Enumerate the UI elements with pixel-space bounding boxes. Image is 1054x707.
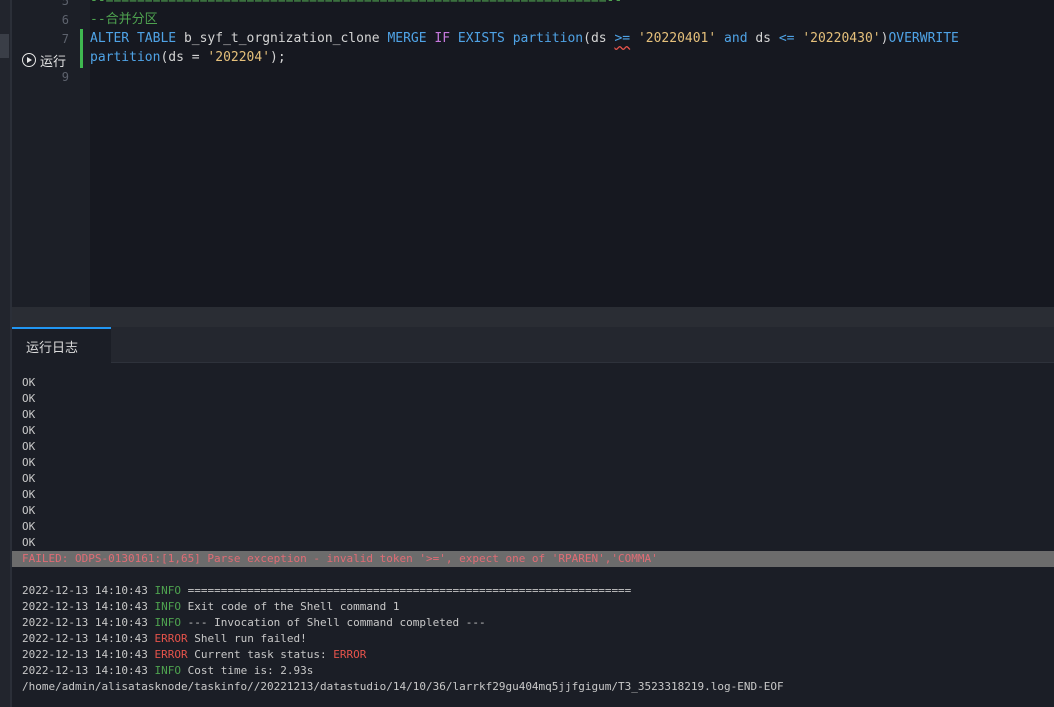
log-message: Cost time is: 2.93s <box>187 664 314 677</box>
string-literal: '20220401' <box>637 31 717 46</box>
log-entry: 2022-12-13 14:10:43 INFO Cost time is: 2… <box>22 663 1054 679</box>
log-line: OK <box>22 488 36 501</box>
code-line-7: ALTER TABLE b_syf_t_orgnization_clone ME… <box>90 29 959 49</box>
keyword: TABLE <box>136 31 177 46</box>
log-line: OK <box>22 536 36 549</box>
log-line: OK <box>22 440 36 453</box>
log-path-line: /home/admin/alisatasknode/taskinfo//2022… <box>22 680 784 693</box>
log-output[interactable]: OK OK OK OK OK OK OK OK OK OK OK FAILED:… <box>12 375 1054 695</box>
log-entry: 2022-12-13 14:10:43 INFO --- Invocation … <box>22 615 1054 631</box>
log-entry: 2022-12-13 14:10:43 INFO Exit code of th… <box>22 599 1054 615</box>
code-text: ); <box>270 50 286 65</box>
panel-splitter[interactable] <box>12 307 1054 327</box>
error-highlight-line: FAILED: ODPS-0130161:[1,65] Parse except… <box>12 551 1054 567</box>
log-level: INFO <box>154 600 181 613</box>
code-line-5: --======================================… <box>90 0 623 8</box>
run-button[interactable]: 运行 <box>22 50 66 70</box>
code-editor[interactable]: 5 6 7 9 运行 --===========================… <box>12 0 1054 307</box>
log-timestamp: 2022-12-13 14:10:43 <box>22 632 148 645</box>
log-timestamp: 2022-12-13 14:10:43 <box>22 664 148 677</box>
line-number: 6 <box>61 13 69 27</box>
log-message: Exit code of the Shell command 1 <box>187 600 400 613</box>
code-line-6: --合并分区 <box>90 12 158 27</box>
log-entry: 2022-12-13 14:10:43 ERROR Shell run fail… <box>22 631 1054 647</box>
keyword: EXISTS <box>457 31 505 46</box>
log-panel: 运行日志 OK OK OK OK OK OK OK OK OK OK OK FA… <box>12 327 1054 707</box>
log-level: ERROR <box>154 648 188 661</box>
play-circle-icon <box>22 53 36 67</box>
log-spacer <box>22 567 1054 583</box>
log-timestamp: 2022-12-13 14:10:43 <box>22 616 148 629</box>
modified-line-marker <box>80 48 83 68</box>
line-number: 7 <box>61 32 69 46</box>
string-literal: '20220430' <box>802 31 881 46</box>
code-text: ds <box>755 31 772 46</box>
log-message: Shell run failed! <box>194 632 307 645</box>
activity-strip-marker <box>0 34 9 58</box>
keyword: ALTER <box>90 31 130 46</box>
log-level: ERROR <box>154 632 188 645</box>
modified-line-marker <box>80 29 83 49</box>
operator: <= <box>778 31 795 46</box>
tab-run-log[interactable]: 运行日志 <box>12 327 111 363</box>
status-value: ERROR <box>333 648 367 661</box>
log-message: ========================================… <box>187 584 632 597</box>
run-button-label: 运行 <box>40 54 67 70</box>
log-entry: 2022-12-13 14:10:43 INFO ===============… <box>22 583 1054 599</box>
keyword: IF <box>434 31 451 46</box>
log-line: OK <box>22 472 36 485</box>
log-line: OK <box>22 392 36 405</box>
keyword: OVERWRITE <box>888 31 959 46</box>
keyword: partition <box>90 50 161 65</box>
log-line: OK <box>22 504 36 517</box>
line-number: 9 <box>61 70 69 84</box>
keyword: partition <box>512 31 584 46</box>
log-timestamp: 2022-12-13 14:10:43 <box>22 584 148 597</box>
syntax-error-token: >= <box>614 31 631 46</box>
log-line: OK <box>22 376 36 389</box>
log-timestamp: 2022-12-13 14:10:43 <box>22 600 148 613</box>
log-message: --- Invocation of Shell command complete… <box>187 616 486 629</box>
log-timestamp: 2022-12-13 14:10:43 <box>22 648 148 661</box>
log-line: OK <box>22 408 36 421</box>
code-line-8: partition(ds = '202204'); <box>90 48 286 68</box>
log-line: OK <box>22 456 36 469</box>
log-level: INFO <box>154 616 181 629</box>
log-level: INFO <box>154 584 181 597</box>
keyword: MERGE <box>387 31 427 46</box>
identifier: b_syf_t_orgnization_clone <box>183 31 380 46</box>
log-line: OK <box>22 424 36 437</box>
log-message: Current task status: <box>194 648 334 661</box>
string-literal: '202204' <box>207 50 271 65</box>
log-tab-bar: 运行日志 <box>12 327 1054 363</box>
code-text: (ds <box>583 31 615 46</box>
code-text: (ds = <box>160 50 208 65</box>
log-entry: 2022-12-13 14:10:43 ERROR Current task s… <box>22 647 1054 663</box>
editor-gutter: 5 6 7 9 运行 <box>12 0 90 307</box>
activity-strip <box>0 0 10 707</box>
log-level: INFO <box>154 664 181 677</box>
log-line: OK <box>22 520 36 533</box>
keyword: and <box>724 31 748 46</box>
